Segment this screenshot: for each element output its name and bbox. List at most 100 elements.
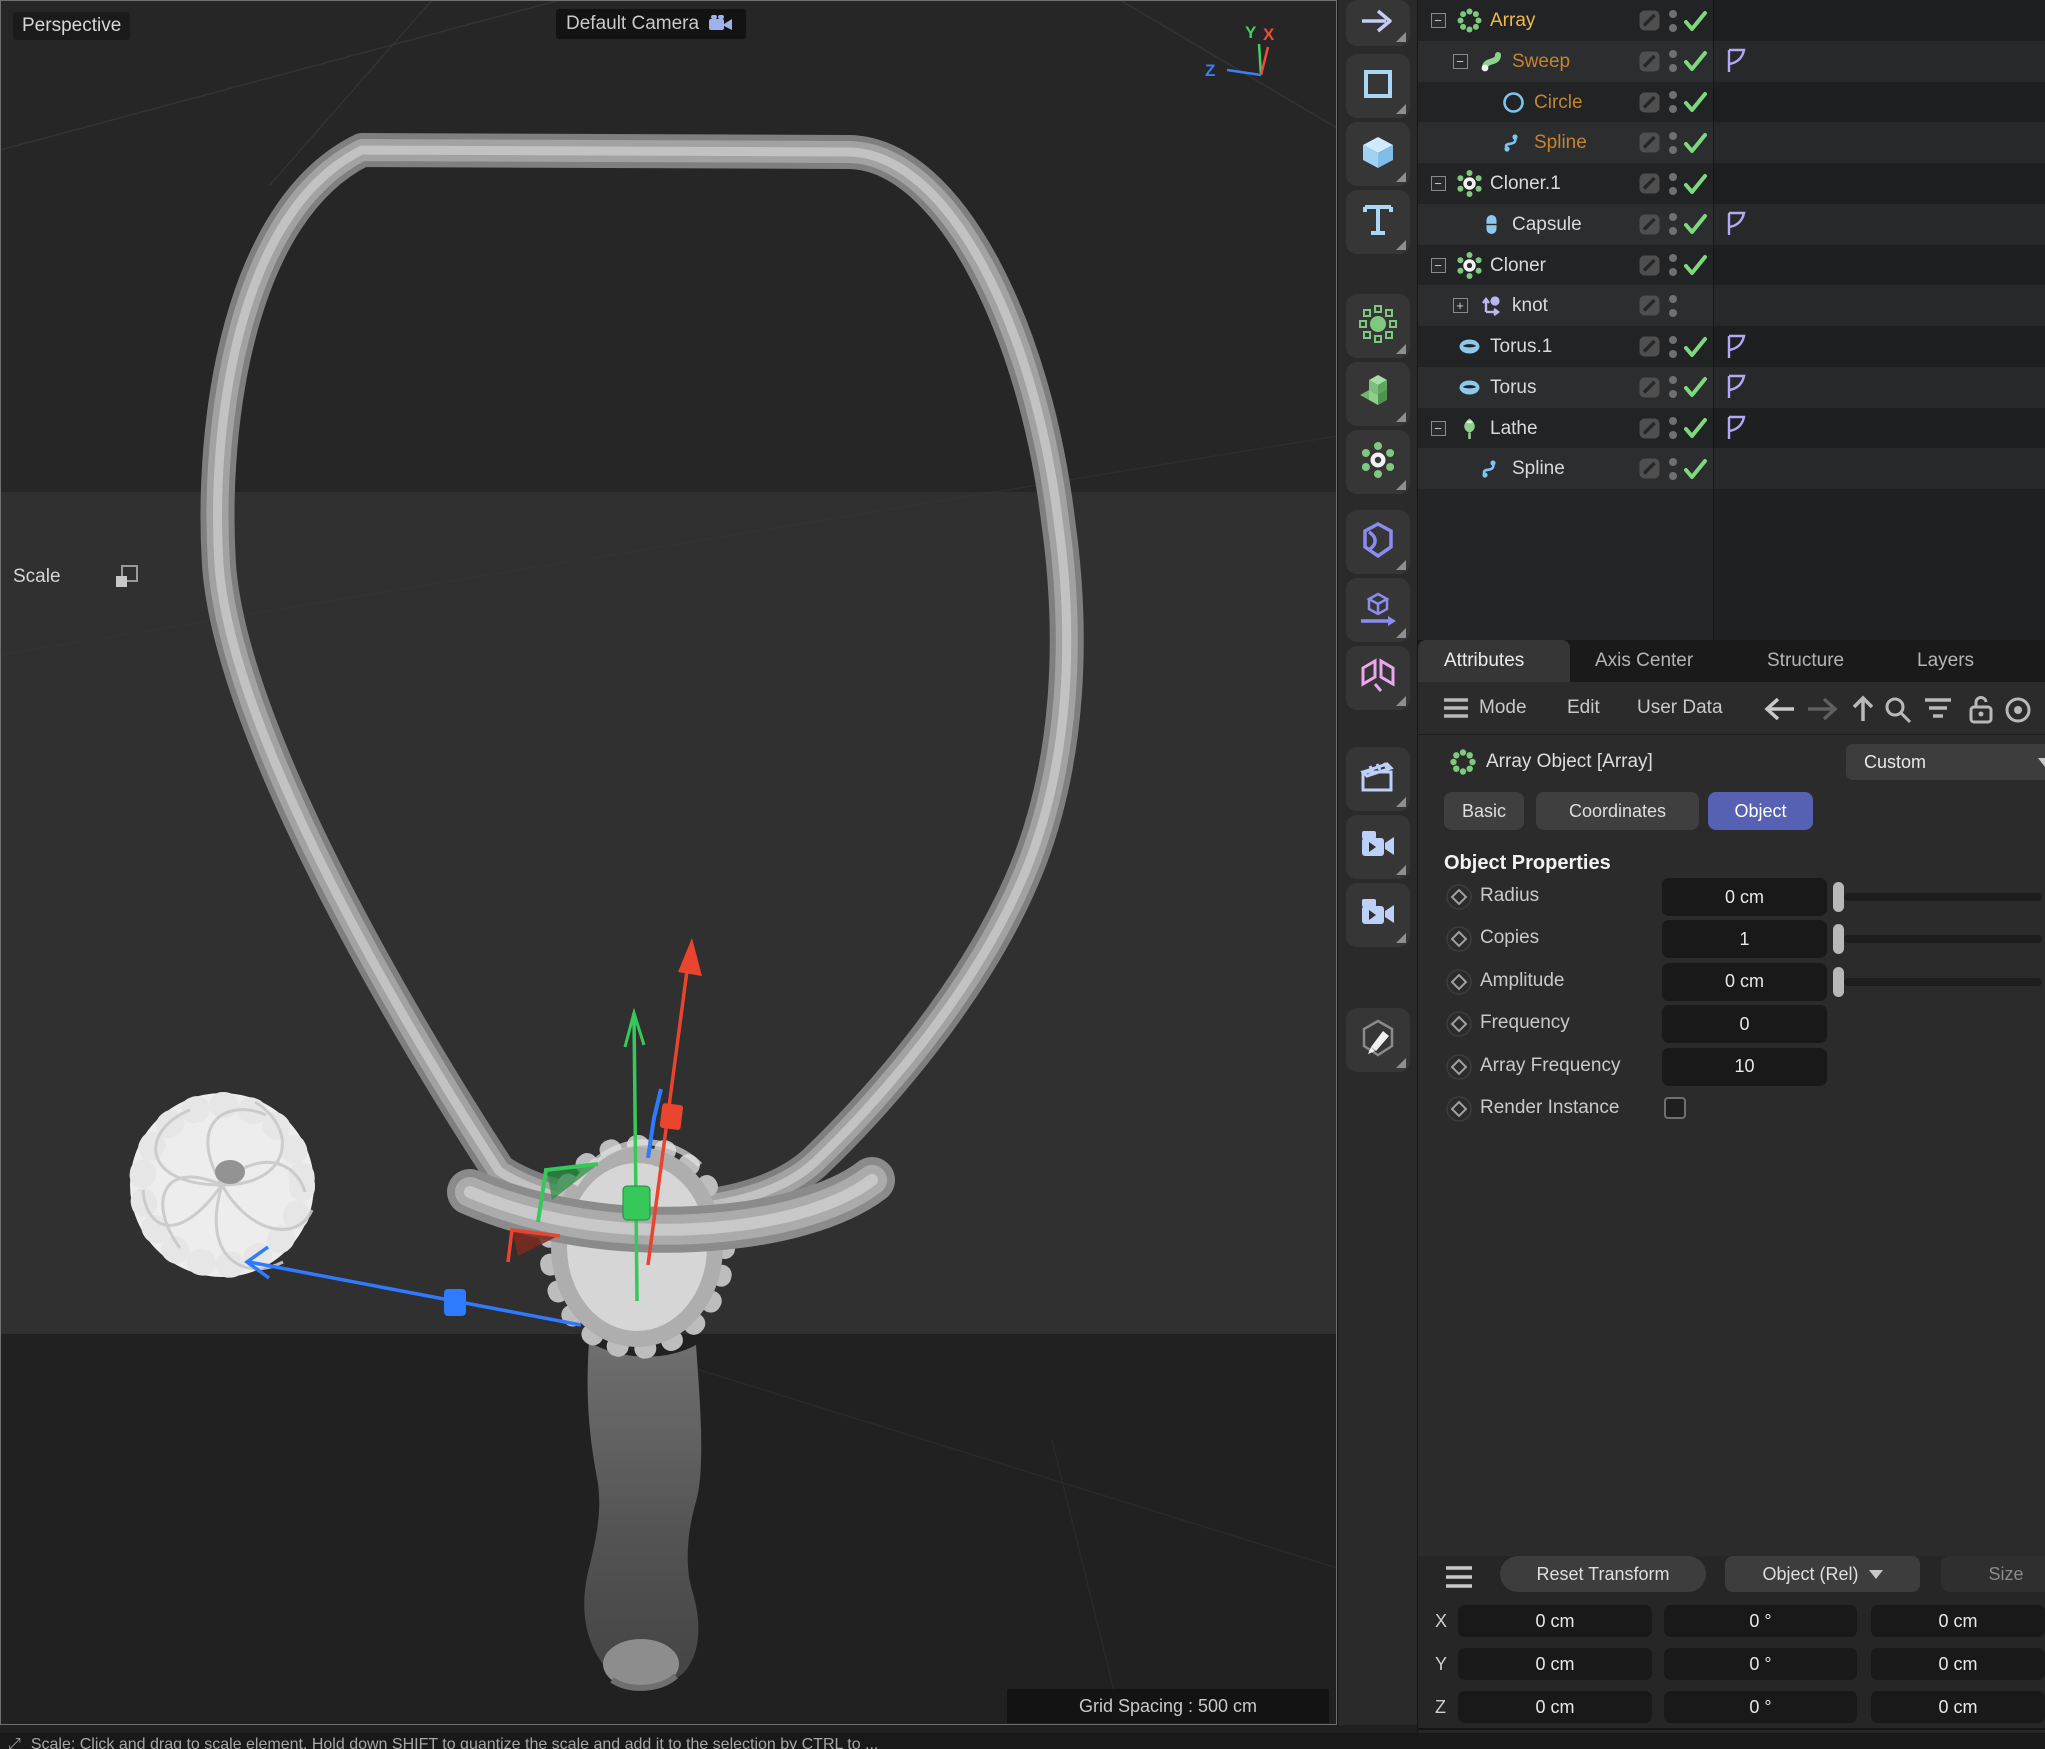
phong-tag-icon[interactable] (1725, 326, 1748, 367)
x-position-input[interactable]: 0 cm (1458, 1605, 1652, 1637)
object-name[interactable]: Sweep (1512, 41, 1570, 82)
keyframe-dot[interactable] (1446, 1011, 1472, 1037)
gizmo-x-handle[interactable] (444, 1289, 466, 1316)
scale-tool-hud[interactable]: Scale (13, 563, 140, 590)
collapse-toggle[interactable]: − (1431, 258, 1446, 273)
property-slider-handle[interactable] (1833, 967, 1844, 997)
object-name[interactable]: Torus.1 (1490, 326, 1552, 367)
phong-tag-icon[interactable] (1725, 41, 1748, 82)
enabled-checkmark[interactable] (1683, 408, 1708, 449)
property-slider-track[interactable] (1844, 935, 2042, 943)
object-name[interactable]: knot (1512, 285, 1548, 326)
property-input[interactable]: 0 cm (1662, 878, 1827, 916)
edit-toggle[interactable] (1639, 448, 1660, 489)
collapse-toggle[interactable]: − (1431, 176, 1446, 191)
section-tab-coordinates[interactable]: Coordinates (1536, 792, 1699, 830)
keyframe-dot[interactable] (1446, 884, 1472, 910)
x-scale-input[interactable]: 0 cm (1871, 1605, 2045, 1637)
gizmo-center-handle[interactable] (623, 1186, 650, 1220)
object-row-cloner-1[interactable]: − Cloner.1 (1418, 163, 2045, 204)
keyframe-dot[interactable] (1446, 926, 1472, 952)
object-name[interactable]: Lathe (1490, 408, 1538, 449)
lock-icon[interactable] (1968, 694, 1994, 731)
tab-layers[interactable]: Layers (1917, 640, 1974, 682)
object-name[interactable]: Torus (1490, 367, 1536, 408)
visibility-dots[interactable] (1667, 82, 1679, 123)
menu-edit[interactable]: Edit (1567, 682, 1600, 734)
object-name[interactable]: Array (1490, 0, 1535, 41)
edit-toggle[interactable] (1639, 163, 1660, 204)
property-slider-track[interactable] (1844, 978, 2042, 986)
enabled-checkmark[interactable] (1683, 448, 1708, 489)
property-slider-handle[interactable] (1833, 882, 1844, 912)
render-to-picture-viewer-button[interactable] (1346, 815, 1410, 879)
gizmo-z-handle[interactable] (659, 1103, 683, 1130)
enabled-checkmark[interactable] (1683, 122, 1708, 163)
property-slider-track[interactable] (1844, 893, 2042, 901)
keyframe-dot[interactable] (1446, 1096, 1472, 1122)
object-row-spline[interactable]: Spline (1418, 122, 2045, 163)
enabled-checkmark[interactable] (1683, 163, 1708, 204)
volume-builder-button[interactable] (1346, 362, 1410, 426)
enabled-checkmark[interactable] (1683, 367, 1708, 408)
camera-selector[interactable]: Default Camera (556, 9, 746, 39)
visibility-dots[interactable] (1667, 41, 1679, 82)
enabled-checkmark[interactable] (1683, 0, 1708, 41)
property-input[interactable]: 1 (1662, 920, 1827, 958)
knot-object[interactable] (130, 1093, 314, 1277)
visibility-dots[interactable] (1667, 204, 1679, 245)
property-input[interactable]: 0 cm (1662, 963, 1827, 1001)
object-row-array[interactable]: − Array (1418, 0, 2045, 41)
3d-viewport[interactable]: Perspective Default Camera Scale Grid Sp… (0, 0, 1337, 1725)
y-position-input[interactable]: 0 cm (1458, 1648, 1652, 1680)
edit-toggle[interactable] (1639, 41, 1660, 82)
reset-transform-button[interactable]: Reset Transform (1500, 1556, 1706, 1592)
object-name[interactable]: Cloner.1 (1490, 163, 1561, 204)
render-view-button[interactable] (1346, 747, 1410, 811)
edit-toggle[interactable] (1639, 367, 1660, 408)
sculpt-edit-button[interactable] (1346, 1008, 1410, 1072)
visibility-dots[interactable] (1667, 122, 1679, 163)
symmetry-button[interactable] (1346, 646, 1410, 710)
view-mode-label[interactable]: Perspective (13, 12, 130, 40)
preset-dropdown-caret-button[interactable] (2030, 744, 2045, 780)
hamburger-menu-icon[interactable] (1444, 1564, 1474, 1590)
keyframe-dot[interactable] (1446, 969, 1472, 995)
cube-primitive-button[interactable] (1346, 122, 1410, 186)
visibility-dots[interactable] (1667, 0, 1679, 41)
object-name[interactable]: Capsule (1512, 204, 1582, 245)
enabled-checkmark[interactable] (1683, 245, 1708, 286)
visibility-dots[interactable] (1667, 163, 1679, 204)
selection-filter-button[interactable] (1346, 294, 1410, 358)
collapse-toggle[interactable]: − (1431, 13, 1446, 28)
tab-structure[interactable]: Structure (1767, 640, 1844, 682)
edit-toggle[interactable] (1639, 122, 1660, 163)
edit-toggle[interactable] (1639, 326, 1660, 367)
visibility-dots[interactable] (1667, 326, 1679, 367)
coordinate-mode-dropdown[interactable]: Object (Rel) (1725, 1556, 1920, 1592)
nav-arrow-button[interactable] (1346, 0, 1410, 46)
z-position-input[interactable]: 0 cm (1458, 1691, 1652, 1723)
search-icon[interactable] (1882, 694, 1914, 731)
object-name[interactable]: Spline (1534, 122, 1587, 163)
enabled-checkmark[interactable] (1683, 204, 1708, 245)
back-arrow-icon[interactable] (1762, 694, 1798, 729)
object-row-torus[interactable]: Torus (1418, 367, 2045, 408)
phong-tag-icon[interactable] (1725, 367, 1748, 408)
visibility-dots[interactable] (1667, 285, 1679, 326)
lathe-object[interactable] (584, 1342, 701, 1689)
render-instance-checkbox[interactable] (1664, 1097, 1686, 1119)
object-row-lathe[interactable]: −Lathe (1418, 408, 2045, 449)
mograph-cloner-button[interactable] (1346, 430, 1410, 494)
edit-toggle[interactable] (1639, 0, 1660, 41)
panel-menu-icon[interactable] (1442, 696, 1470, 725)
phong-tag-icon[interactable] (1725, 204, 1748, 245)
tab-axis-center[interactable]: Axis Center (1595, 640, 1693, 682)
collapse-toggle[interactable]: − (1453, 54, 1468, 69)
object-name[interactable]: Spline (1512, 448, 1565, 489)
text-tool-button[interactable] (1346, 190, 1410, 254)
x-rotation-input[interactable]: 0 ° (1664, 1605, 1857, 1637)
section-tab-basic[interactable]: Basic (1444, 792, 1524, 830)
enabled-checkmark[interactable] (1683, 82, 1708, 123)
object-row-cloner[interactable]: −Cloner (1418, 245, 2045, 286)
